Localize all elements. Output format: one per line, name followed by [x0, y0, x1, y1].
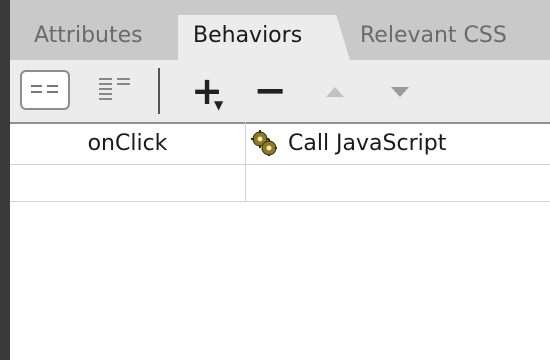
tab-attributes-label: Attributes — [34, 23, 143, 48]
show-set-events-button[interactable] — [20, 70, 70, 110]
event-cell[interactable]: onClick — [10, 122, 245, 164]
toolbar-separator — [158, 68, 160, 114]
event-cell[interactable] — [10, 165, 245, 207]
tab-behaviors[interactable]: Behaviors — [178, 15, 350, 60]
behaviors-toolbar: + ▼ − — [10, 60, 550, 124]
remove-behavior-button[interactable]: − — [248, 68, 292, 114]
tag-inspector-panel: Attributes Behaviors Relevant CSS + ▼ − … — [10, 0, 550, 360]
tab-relevant-css-label: Relevant CSS — [360, 23, 507, 48]
show-all-events-button[interactable] — [90, 70, 140, 110]
action-label: Call JavaScript — [288, 130, 447, 156]
move-down-button[interactable] — [380, 72, 420, 112]
action-cell[interactable]: Call JavaScript — [250, 122, 446, 164]
tab-behaviors-label: Behaviors — [193, 23, 303, 48]
add-behavior-button[interactable]: + ▼ — [182, 68, 232, 114]
tab-strip: Attributes Behaviors Relevant CSS — [10, 0, 550, 60]
table-row[interactable]: onClick Call JavaScript — [10, 122, 550, 165]
triangle-up-icon — [326, 87, 344, 97]
dropdown-caret-icon: ▼ — [214, 98, 224, 112]
tab-relevant-css[interactable]: Relevant CSS — [360, 15, 507, 60]
move-up-button[interactable] — [315, 72, 355, 112]
tab-attributes[interactable]: Attributes — [34, 15, 143, 60]
table-row[interactable] — [10, 165, 550, 202]
minus-icon: − — [253, 68, 287, 114]
panel-left-edge — [0, 0, 10, 360]
triangle-down-icon — [391, 87, 409, 97]
behaviors-table: onClick Call JavaScript — [10, 122, 550, 202]
gear-icon — [250, 129, 278, 157]
list-set-icon — [31, 85, 58, 93]
list-all-icon — [99, 78, 130, 100]
column-divider[interactable] — [245, 122, 246, 201]
